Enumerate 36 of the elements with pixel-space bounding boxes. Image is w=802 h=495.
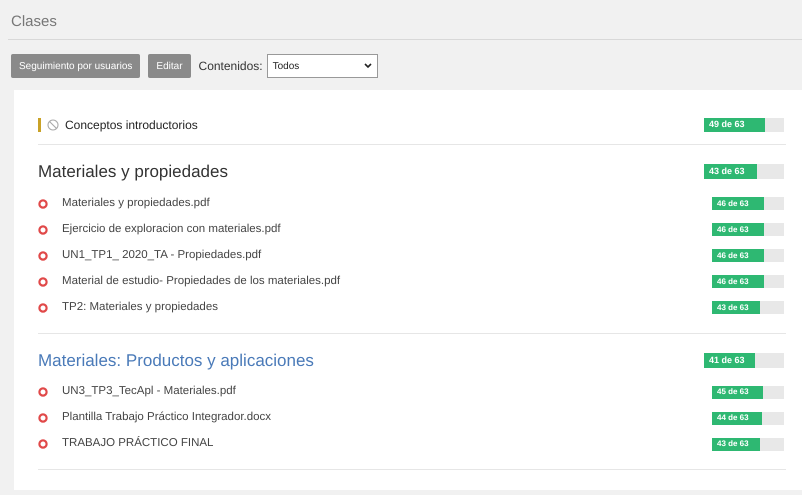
section-title: Conceptos introductorios: [65, 117, 198, 134]
page-title: Clases: [11, 12, 57, 32]
circle-icon: [38, 224, 48, 234]
progress-text: 41 de 63: [709, 354, 745, 366]
progress-text: 43 de 63: [717, 438, 749, 450]
progress-text: 43 de 63: [709, 165, 745, 178]
circle-icon: [38, 302, 48, 312]
content-link[interactable]: Materiales y propiedades.pdf: [62, 194, 210, 212]
section-heading[interactable]: Materiales: Productos y aplicaciones: [38, 348, 314, 373]
content-link[interactable]: TRABAJO PRÁCTICO FINAL: [62, 435, 214, 453]
filter-dropdown[interactable]: Todos: [266, 54, 378, 78]
circle-icon: [38, 276, 48, 286]
status-stripe: [38, 118, 41, 132]
content-link[interactable]: Material de estudio- Propiedades de los materiales.pdf: [62, 272, 340, 290]
progress-text: 46 de 63: [717, 224, 749, 236]
circle-icon: [38, 439, 48, 449]
progress-text: 45 de 63: [717, 386, 749, 398]
progress-text: 46 de 63: [717, 250, 749, 262]
progress-text: 46 de 63: [717, 198, 749, 210]
circle-icon: [38, 413, 48, 423]
content-link[interactable]: TP2: Materiales y propiedades: [62, 298, 218, 316]
content-link[interactable]: Plantilla Trabajo Práctico Integrador.docx: [62, 409, 272, 427]
circle-icon: [38, 387, 48, 397]
content-link[interactable]: UN1_TP1_ 2020_TA - Propiedades.pdf: [62, 246, 262, 264]
filter-label: Contenidos:: [198, 58, 263, 75]
content-link[interactable]: Ejercicio de exploracion con materiales.pdf: [62, 220, 281, 238]
ban-icon: [47, 119, 59, 131]
circle-icon: [38, 198, 48, 208]
chevron-icon: [364, 63, 372, 69]
content-link[interactable]: UN3_TP3_TecApl - Materiales.pdf: [62, 383, 236, 401]
progress-text: 44 de 63: [717, 412, 749, 424]
circle-icon: [38, 250, 48, 260]
progress-text: 43 de 63: [717, 302, 749, 314]
section-heading: Materiales y propiedades: [38, 161, 228, 183]
progress-text: 46 de 63: [717, 276, 749, 288]
progress-text: 49 de 63: [709, 118, 745, 132]
